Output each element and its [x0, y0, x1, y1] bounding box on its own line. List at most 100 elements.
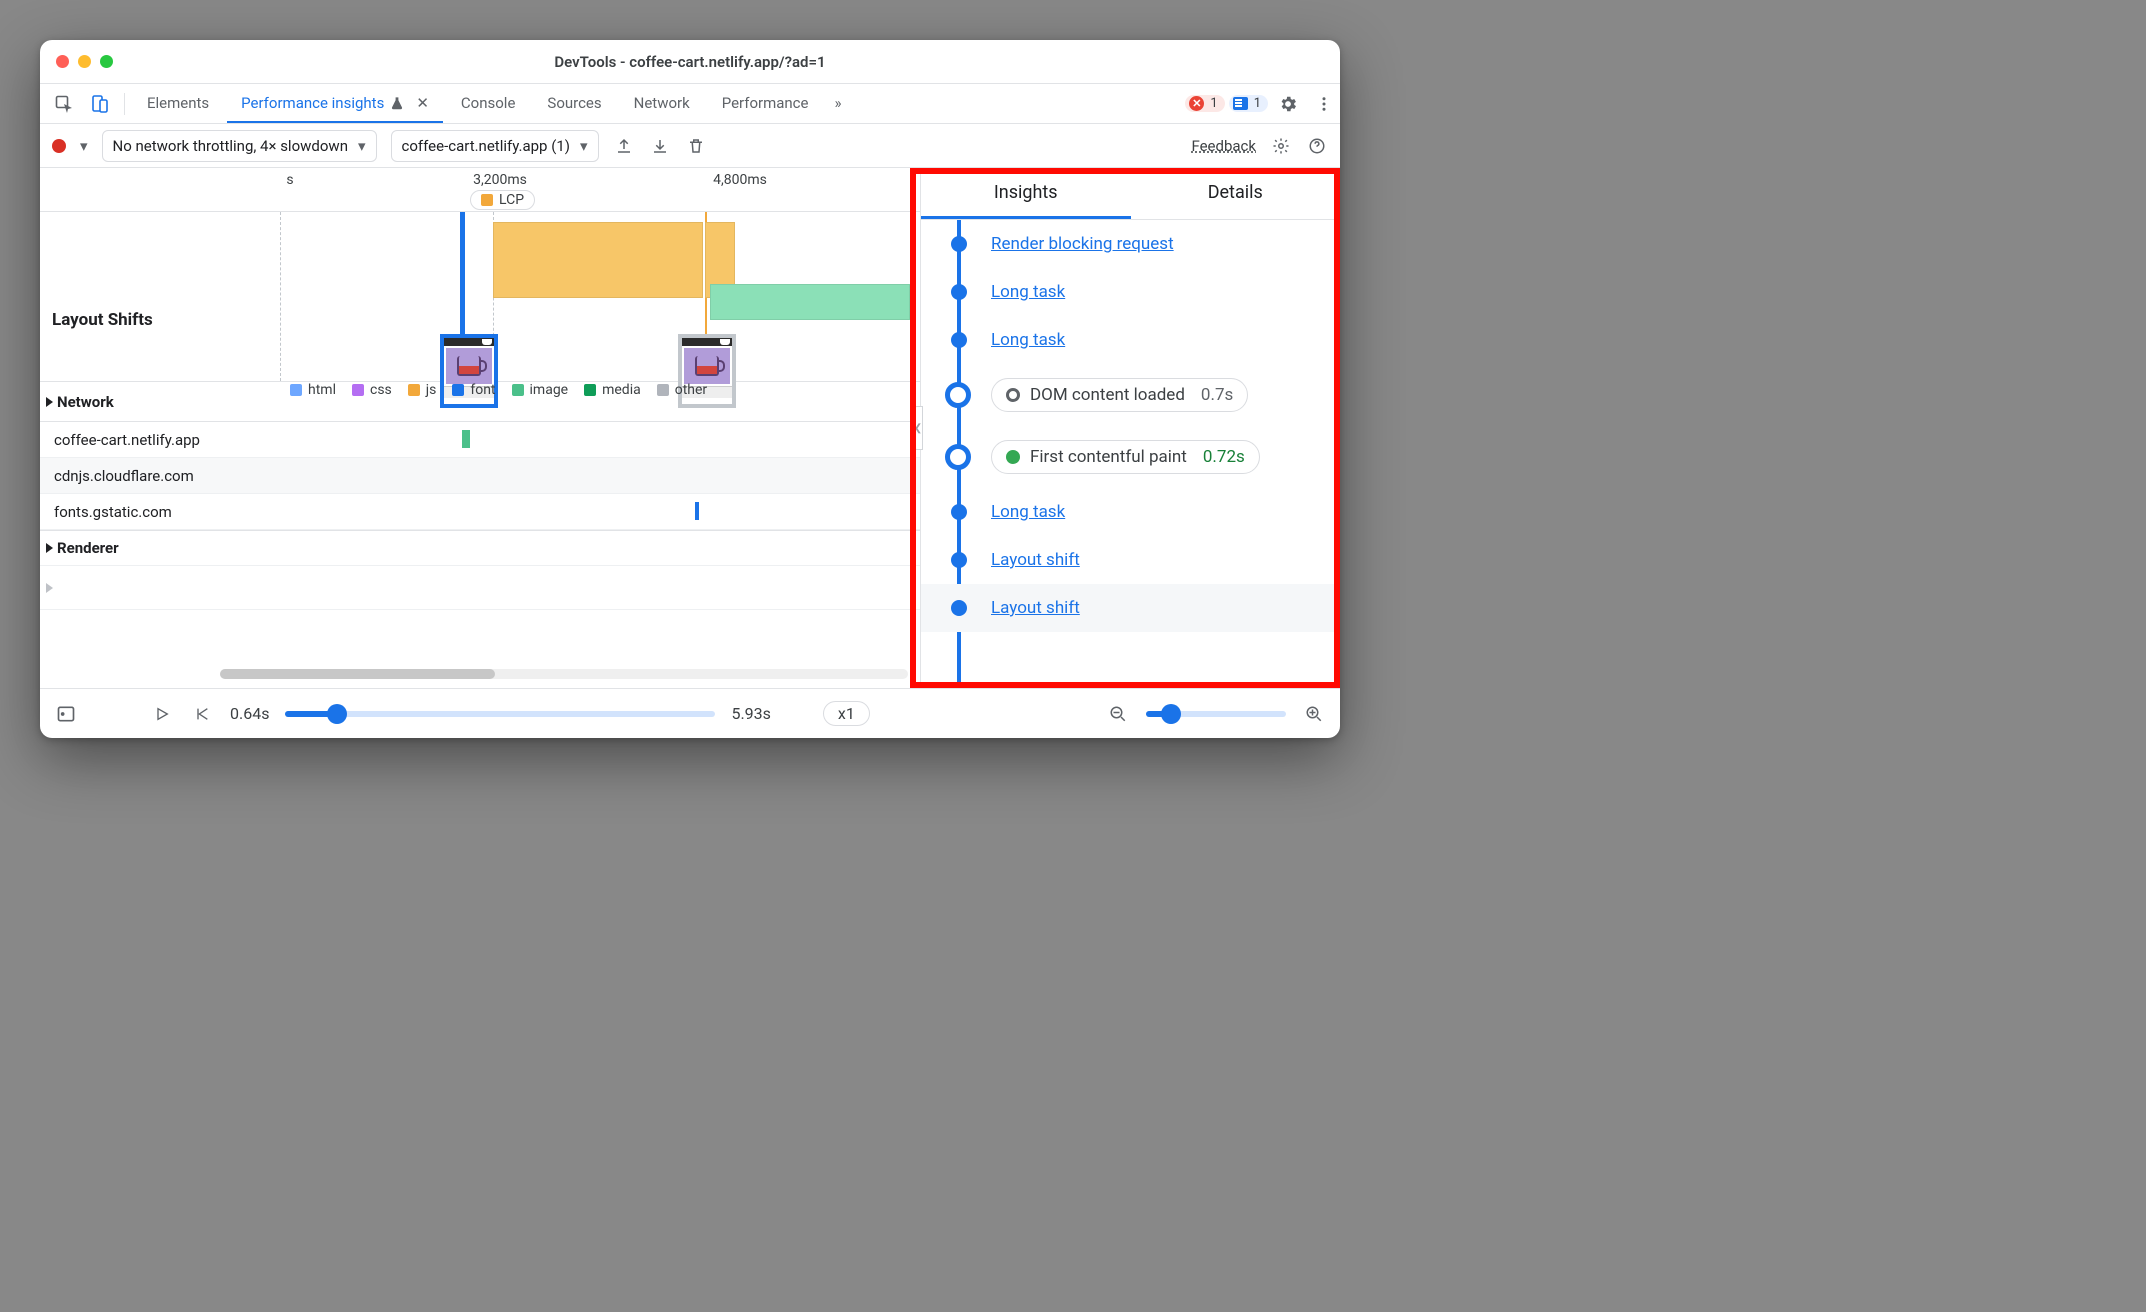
- legend-other: other: [675, 382, 707, 398]
- titlebar: DevTools - coffee-cart.netlify.app/?ad=1: [40, 40, 1340, 84]
- record-button[interactable]: [52, 139, 66, 153]
- timeline-chart[interactable]: Layout Shifts: [40, 212, 920, 382]
- error-badge[interactable]: ✕1: [1185, 95, 1224, 112]
- tab-insights[interactable]: Insights: [921, 168, 1131, 219]
- lcp-marker[interactable]: LCP: [470, 190, 535, 210]
- horizontal-scrollbar[interactable]: [220, 668, 908, 680]
- lcp-color-icon: [481, 194, 493, 206]
- import-icon[interactable]: [649, 137, 671, 155]
- insight-link[interactable]: Layout shift: [991, 550, 1080, 570]
- tab-console[interactable]: Console: [447, 84, 530, 123]
- zoom-in-icon[interactable]: [1302, 702, 1326, 726]
- tab-performance-insights[interactable]: Performance insights ✕: [227, 84, 443, 123]
- sidepane-tabs: Insights Details: [921, 168, 1340, 220]
- insight-row[interactable]: Long task: [921, 268, 1340, 316]
- tab-details[interactable]: Details: [1131, 168, 1341, 219]
- player-footer: 0.64s 5.93s x1: [40, 688, 1340, 738]
- insight-link[interactable]: Long task: [991, 330, 1065, 350]
- network-title: Network: [57, 393, 114, 411]
- playback-speed[interactable]: x1: [823, 701, 870, 726]
- chart-block: [710, 284, 910, 320]
- request-bar: [695, 502, 699, 520]
- delete-icon[interactable]: [685, 137, 707, 155]
- network-host-row[interactable]: cdnjs.cloudflare.com: [40, 458, 920, 494]
- device-icon[interactable]: [84, 88, 116, 120]
- throttling-label: No network throttling, 4× slowdown: [113, 137, 348, 155]
- tab-label: Performance insights: [241, 94, 384, 112]
- help-icon[interactable]: [1306, 137, 1328, 155]
- insight-row[interactable]: Long task: [921, 488, 1340, 536]
- renderer-section-header[interactable]: Renderer: [40, 530, 920, 566]
- time-range-slider[interactable]: [285, 711, 715, 717]
- tab-network[interactable]: Network: [620, 84, 704, 123]
- panel-tabstrip: Elements Performance insights ✕ Console …: [40, 84, 1340, 124]
- kebab-icon[interactable]: [1308, 88, 1340, 120]
- legend-js: js: [426, 382, 437, 398]
- host-label: cdnjs.cloudflare.com: [54, 467, 194, 485]
- zoom-out-icon[interactable]: [1106, 702, 1130, 726]
- request-bar: [462, 430, 470, 448]
- disclosure-icon: [46, 543, 53, 553]
- ruler-tick: s: [286, 172, 293, 188]
- ruler-tick: 4,800ms: [713, 172, 767, 188]
- flask-icon: [390, 96, 404, 110]
- gear-icon[interactable]: [1270, 137, 1292, 155]
- insights-sidepane: ❮ Insights Details Render blocking reque…: [920, 168, 1340, 688]
- settings-icon[interactable]: [1272, 88, 1304, 120]
- legend-font: font: [470, 382, 495, 398]
- zoom-slider[interactable]: [1146, 711, 1286, 717]
- insight-link[interactable]: Layout shift: [991, 598, 1080, 618]
- insight-row[interactable]: Render blocking request: [921, 220, 1340, 268]
- network-host-row[interactable]: fonts.gstatic.com: [40, 494, 920, 530]
- timeline-pane: s 3,200ms 4,800ms LCP Layout Shifts: [40, 168, 920, 688]
- insight-link[interactable]: Long task: [991, 502, 1065, 522]
- lcp-label: LCP: [499, 192, 524, 208]
- issues-badge[interactable]: 1: [1229, 95, 1268, 112]
- milestone-label: First contentful paint: [1030, 447, 1187, 467]
- range-start: 0.64s: [230, 704, 269, 723]
- timeline-ruler: s 3,200ms 4,800ms LCP: [40, 168, 920, 212]
- range-end: 5.93s: [731, 704, 770, 723]
- insight-row[interactable]: Long task: [921, 316, 1340, 364]
- network-host-row[interactable]: coffee-cart.netlify.app: [40, 422, 920, 458]
- tab-elements[interactable]: Elements: [133, 84, 223, 123]
- main-area: s 3,200ms 4,800ms LCP Layout Shifts: [40, 168, 1340, 688]
- export-icon[interactable]: [613, 137, 635, 155]
- disclosure-icon: [46, 397, 53, 407]
- truncated-row: [40, 566, 920, 610]
- inspect-icon[interactable]: [48, 88, 80, 120]
- insight-milestone[interactable]: DOM content loaded0.7s: [921, 364, 1340, 426]
- insights-toolbar: ▾ No network throttling, 4× slowdown▾ co…: [40, 124, 1340, 168]
- close-icon[interactable]: ✕: [416, 94, 429, 112]
- play-icon[interactable]: [150, 702, 174, 726]
- insight-row[interactable]: Layout shift: [921, 584, 1340, 632]
- insight-milestone[interactable]: First contentful paint0.72s: [921, 426, 1340, 488]
- host-label: fonts.gstatic.com: [54, 503, 172, 521]
- recording-select[interactable]: coffee-cart.netlify.app (1)▾: [391, 130, 599, 162]
- network-section-header[interactable]: Network html css js font image media oth…: [40, 382, 920, 422]
- feedback-link[interactable]: Feedback: [1191, 137, 1256, 155]
- record-menu-chevron[interactable]: ▾: [80, 137, 88, 155]
- window-title: DevTools - coffee-cart.netlify.app/?ad=1: [40, 53, 1340, 71]
- milestone-label: DOM content loaded: [1030, 385, 1185, 405]
- tab-sources[interactable]: Sources: [533, 84, 615, 123]
- layout-shifts-label: Layout Shifts: [52, 310, 153, 330]
- issue-count: 1: [1254, 96, 1261, 111]
- ruler-tick: 3,200ms: [473, 172, 527, 188]
- legend-media: media: [602, 382, 641, 398]
- chart-block: [493, 222, 703, 298]
- insight-link[interactable]: Render blocking request: [991, 234, 1174, 254]
- toggle-console-icon[interactable]: [54, 702, 78, 726]
- host-label: coffee-cart.netlify.app: [54, 431, 200, 449]
- tab-performance[interactable]: Performance: [708, 84, 823, 123]
- more-tabs-icon[interactable]: »: [827, 84, 850, 123]
- legend-html: html: [308, 382, 336, 398]
- insight-row[interactable]: Layout shift: [921, 536, 1340, 584]
- legend-image: image: [530, 382, 569, 398]
- recording-label: coffee-cart.netlify.app (1): [402, 137, 570, 155]
- skip-start-icon[interactable]: [190, 702, 214, 726]
- devtools-window: DevTools - coffee-cart.netlify.app/?ad=1…: [40, 40, 1340, 738]
- renderer-title: Renderer: [57, 539, 119, 557]
- throttling-select[interactable]: No network throttling, 4× slowdown▾: [102, 130, 377, 162]
- insight-link[interactable]: Long task: [991, 282, 1065, 302]
